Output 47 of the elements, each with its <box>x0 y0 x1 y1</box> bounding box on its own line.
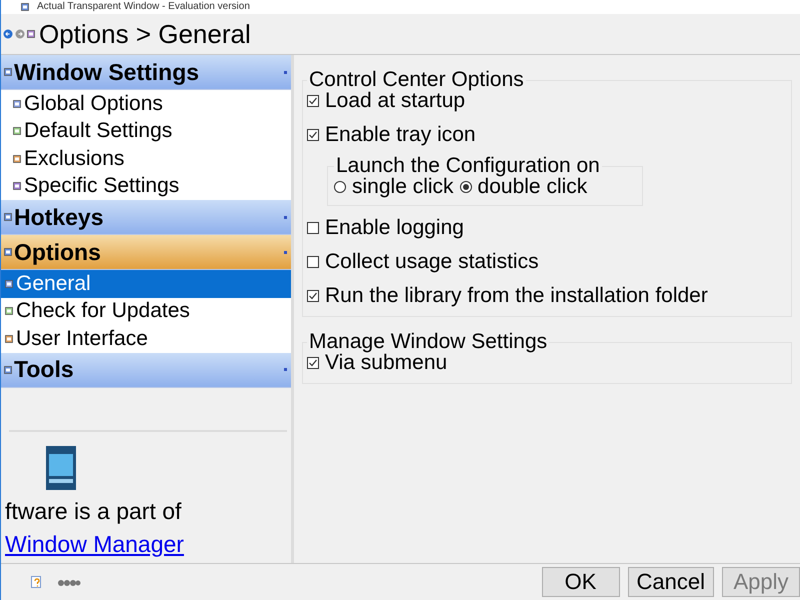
dialog-button[interactable]: OK <box>542 567 620 597</box>
section-icon <box>4 248 12 256</box>
item-icon <box>13 127 21 136</box>
group-title: Launch the Configuration on <box>335 157 601 175</box>
checkbox[interactable] <box>307 129 319 141</box>
checkbox-label: Via submenu <box>325 351 448 375</box>
page-icon <box>27 30 35 38</box>
sidebar-item[interactable]: General <box>1 270 291 298</box>
radio-button[interactable] <box>460 181 472 193</box>
back-icon[interactable] <box>3 29 13 39</box>
radio-label: single click <box>352 175 454 199</box>
dialog-button[interactable]: Cancel <box>628 567 714 597</box>
sidebar-section-header[interactable]: Options <box>1 235 291 270</box>
section-icon <box>4 213 12 221</box>
radio-label: double click <box>478 175 588 199</box>
item-icon <box>5 334 13 343</box>
checkbox[interactable] <box>307 290 319 302</box>
item-icon <box>5 307 13 316</box>
checkbox[interactable] <box>307 95 319 107</box>
group-title: Manage Window Settings <box>308 333 548 351</box>
checkbox[interactable] <box>307 357 319 369</box>
checkbox-label: Run the library from the installation folder <box>325 284 708 308</box>
item-icon <box>13 154 21 163</box>
window-title: Actual Transparent Window - Evaluation version <box>37 1 250 13</box>
checkbox[interactable] <box>307 222 319 234</box>
sidebar-section-header[interactable]: Hotkeys <box>1 200 291 235</box>
promo-text: ftware is a part of <box>5 498 182 524</box>
item-icon <box>13 100 21 108</box>
checkbox-label: Collect usage statistics <box>325 250 539 274</box>
help-icon[interactable] <box>31 576 43 588</box>
page-title: Options > General <box>39 18 251 50</box>
checkbox-label: Enable tray icon <box>325 123 476 147</box>
checkbox-label: Load at startup <box>325 89 466 113</box>
section-icon <box>4 366 12 374</box>
product-link[interactable]: Window Manager <box>5 530 291 558</box>
forward-icon[interactable] <box>15 29 25 39</box>
group-title: Control Center Options <box>308 71 525 89</box>
item-icon <box>5 280 13 288</box>
section-icon <box>4 68 12 76</box>
product-box-drawing <box>46 446 76 490</box>
radio-button[interactable] <box>334 181 346 193</box>
checkbox-label: Enable logging <box>325 216 464 240</box>
sidebar-section-header[interactable]: Window Settings <box>1 55 291 90</box>
app-icon <box>21 3 29 11</box>
item-icon <box>13 182 21 190</box>
sidebar-section-header[interactable]: Tools <box>1 352 291 388</box>
checkbox[interactable] <box>307 256 319 268</box>
